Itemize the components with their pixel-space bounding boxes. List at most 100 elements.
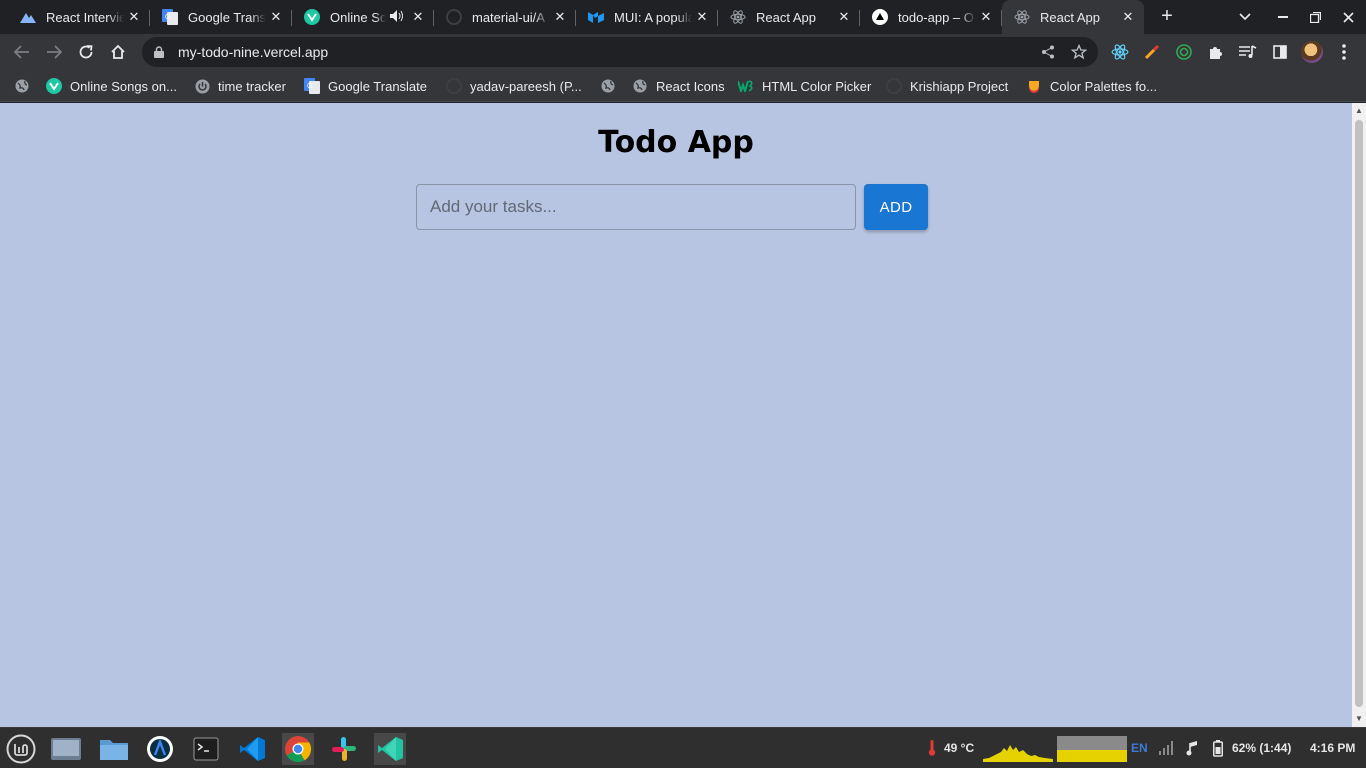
- memory-monitor-graph[interactable]: [1057, 736, 1127, 762]
- bookmark-html-color-picker[interactable]: HTML Color Picker: [738, 77, 871, 95]
- keyboard-layout-indicator[interactable]: EN: [1131, 741, 1148, 755]
- tab-material-ui[interactable]: material-ui/A ✕: [434, 0, 576, 34]
- side-panel-icon[interactable]: [1270, 42, 1290, 62]
- star-icon[interactable]: [1069, 42, 1089, 62]
- tab-mui[interactable]: MUI: A popular ✕: [576, 0, 718, 34]
- color-picker-icon[interactable]: [1142, 42, 1162, 62]
- tab-title: MUI: A popular: [614, 9, 692, 25]
- battery-icon[interactable]: [1213, 740, 1223, 762]
- bookmark-globe-2[interactable]: [600, 77, 624, 95]
- minimize-button[interactable]: [1267, 0, 1299, 34]
- extensions-puzzle-icon[interactable]: [1206, 42, 1226, 62]
- vue-icon: [304, 9, 320, 25]
- scroll-up-arrow-icon[interactable]: ▲: [1352, 104, 1366, 118]
- bookmark-react-icons[interactable]: React Icons: [632, 77, 725, 95]
- back-button[interactable]: [10, 40, 34, 64]
- profile-avatar[interactable]: [1301, 41, 1323, 63]
- bookmark-globe[interactable]: [14, 77, 38, 95]
- show-desktop-icon[interactable]: [50, 733, 82, 765]
- mint-menu-icon[interactable]: [5, 733, 37, 765]
- close-icon[interactable]: ✕: [266, 9, 286, 25]
- close-icon[interactable]: ✕: [976, 9, 996, 25]
- vercel-icon: [872, 9, 888, 25]
- close-icon[interactable]: ✕: [408, 9, 428, 25]
- vscodium-icon[interactable]: [374, 733, 406, 765]
- tab-title: React App: [756, 9, 816, 25]
- bookmark-online-songs[interactable]: Online Songs on...: [46, 77, 177, 95]
- scroll-down-arrow-icon[interactable]: ▼: [1352, 712, 1366, 726]
- address-bar[interactable]: my-todo-nine.vercel.app: [142, 37, 1098, 67]
- os-taskbar: 49 °C EN 62% (1:44) 4:16 PM: [0, 727, 1366, 768]
- tab-react-app-active[interactable]: React App ✕: [1002, 0, 1144, 34]
- tab-todo-app[interactable]: todo-app – O ✕: [860, 0, 1002, 34]
- scrollbar-thumb[interactable]: [1355, 120, 1363, 707]
- add-task-button[interactable]: ADD: [864, 184, 928, 230]
- close-icon[interactable]: ✕: [124, 9, 144, 25]
- close-icon[interactable]: ✕: [692, 9, 712, 25]
- more-menu-icon[interactable]: [1334, 42, 1354, 62]
- bookmark-color-palettes[interactable]: Color Palettes fo...: [1026, 77, 1157, 95]
- bookmark-label: yadav-pareesh (P...: [470, 78, 582, 94]
- svg-text:G: G: [165, 14, 170, 21]
- bookmark-label: React Icons: [656, 78, 725, 94]
- slack-icon[interactable]: [328, 733, 360, 765]
- bookmark-krishiapp[interactable]: Krishiapp Project: [886, 77, 1008, 95]
- new-tab-button[interactable]: +: [1156, 6, 1178, 28]
- clock[interactable]: 4:16 PM: [1310, 741, 1355, 755]
- globe-icon: [600, 78, 616, 94]
- bookmark-label: Color Palettes fo...: [1050, 78, 1157, 94]
- vue-icon: [46, 78, 62, 94]
- tab-react-app[interactable]: React App ✕: [718, 0, 860, 34]
- vscode-icon[interactable]: [236, 733, 268, 765]
- lock-icon[interactable]: [154, 46, 166, 58]
- tab-title: todo-app – O: [898, 9, 974, 25]
- chrome-icon[interactable]: [282, 733, 314, 765]
- android-studio-icon[interactable]: [144, 733, 176, 765]
- bookmark-label: Krishiapp Project: [910, 78, 1009, 94]
- target-extension-icon[interactable]: [1174, 42, 1194, 62]
- tab-online-songs[interactable]: Online Songs ✕: [292, 0, 434, 34]
- close-icon[interactable]: ✕: [1118, 9, 1138, 25]
- react-icon: [1014, 9, 1030, 25]
- globe-icon: [14, 78, 30, 94]
- forward-button[interactable]: [42, 40, 66, 64]
- sound-music-icon[interactable]: [1186, 740, 1200, 761]
- react-devtools-icon[interactable]: [1110, 42, 1130, 62]
- network-signal-icon[interactable]: [1159, 741, 1173, 760]
- tab-title: React App: [1040, 9, 1100, 25]
- speaker-icon[interactable]: [390, 9, 404, 25]
- thermometer-icon: [928, 740, 936, 761]
- media-control-icon[interactable]: [1238, 42, 1258, 62]
- reload-button[interactable]: [74, 40, 98, 64]
- google-translate-icon: G: [304, 78, 320, 94]
- w3schools-icon: [738, 78, 754, 94]
- bookmark-google-translate[interactable]: G Google Translate: [304, 77, 427, 95]
- cpu-monitor-graph[interactable]: [983, 736, 1053, 767]
- react-icon: [730, 9, 746, 25]
- bookmarks-bar: Online Songs on... time tracker G Google…: [0, 70, 1366, 102]
- tab-title: Online Songs: [330, 9, 386, 25]
- page-scrollbar[interactable]: ▲ ▼: [1352, 103, 1366, 727]
- restore-button[interactable]: [1299, 0, 1331, 34]
- page-content: Todo App ADD: [0, 103, 1352, 727]
- svg-text:G: G: [307, 83, 312, 90]
- close-window-button[interactable]: [1332, 0, 1364, 34]
- share-icon[interactable]: [1038, 42, 1058, 62]
- bookmark-label: Google Translate: [328, 78, 428, 94]
- battery-status[interactable]: 62% (1:44): [1232, 741, 1291, 755]
- browser-toolbar: my-todo-nine.vercel.app: [0, 34, 1366, 70]
- tab-react-interview[interactable]: React Interview ✕: [8, 0, 150, 34]
- close-icon[interactable]: ✕: [550, 9, 570, 25]
- cpu-temperature: 49 °C: [944, 741, 975, 755]
- tab-search-icon[interactable]: [1229, 0, 1261, 34]
- bookmark-yadav-pareesh[interactable]: yadav-pareesh (P...: [446, 77, 582, 95]
- task-input[interactable]: [416, 184, 856, 230]
- terminal-icon[interactable]: [190, 733, 222, 765]
- tab-google-translate[interactable]: G Google Translate ✕: [150, 0, 292, 34]
- files-folder-icon[interactable]: [98, 733, 130, 765]
- tab-title: Google Translate: [188, 9, 266, 25]
- close-icon[interactable]: ✕: [834, 9, 854, 25]
- bookmark-time-tracker[interactable]: time tracker: [194, 77, 286, 95]
- home-button[interactable]: [106, 40, 130, 64]
- bookmark-label: HTML Color Picker: [762, 78, 872, 94]
